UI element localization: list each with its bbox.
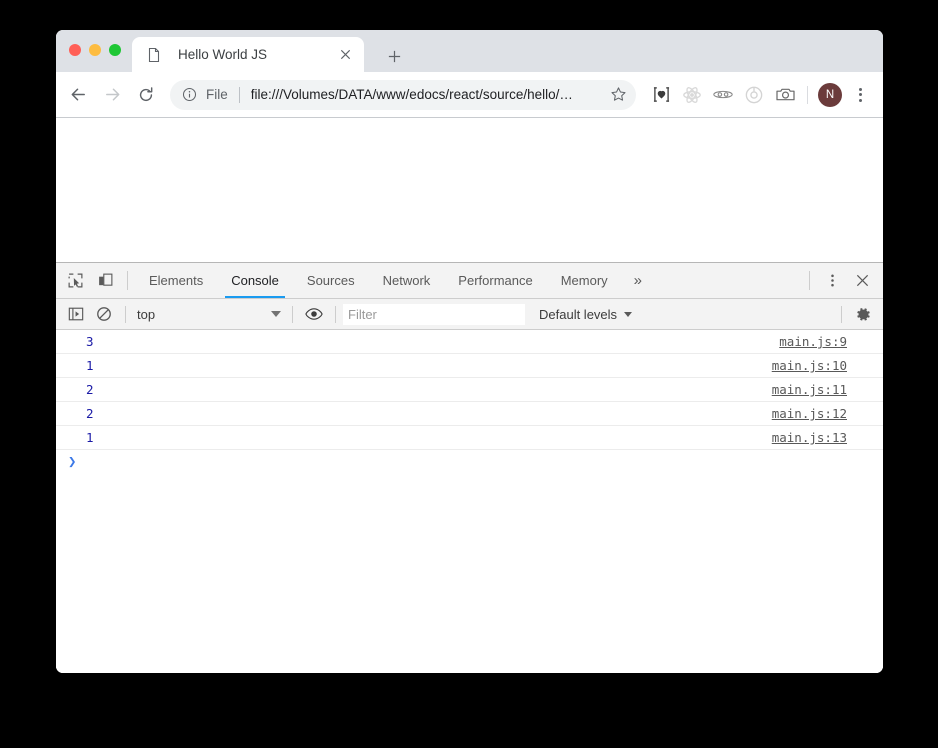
- log-source-link[interactable]: main.js:12: [772, 406, 847, 421]
- new-tab-button[interactable]: [380, 42, 408, 70]
- star-outline-icon[interactable]: [606, 83, 630, 107]
- device-toolbar-icon[interactable]: [90, 263, 120, 298]
- tab-elements[interactable]: Elements: [135, 263, 217, 298]
- filter-input[interactable]: [343, 303, 525, 325]
- clear-console-icon[interactable]: [90, 302, 118, 326]
- console-context-select[interactable]: top: [133, 307, 285, 322]
- eye-icon[interactable]: [300, 302, 328, 326]
- log-value: 2: [86, 406, 94, 421]
- target-circle-icon[interactable]: [740, 81, 768, 109]
- devtools-divider-right: [809, 271, 810, 290]
- forward-arrow-icon: [96, 79, 128, 111]
- tab-overflow-chevron-icon[interactable]: »: [622, 263, 654, 298]
- browser-tab[interactable]: Hello World JS: [132, 37, 364, 72]
- devtools-panel: Elements Console Sources Network Perform…: [56, 262, 883, 673]
- goggles-icon[interactable]: [709, 81, 737, 109]
- devtools-tab-bar: Elements Console Sources Network Perform…: [56, 263, 883, 299]
- log-source-link[interactable]: main.js:9: [779, 334, 847, 349]
- log-value: 1: [86, 430, 94, 445]
- console-prompt[interactable]: ❯: [56, 450, 883, 474]
- inspect-element-icon[interactable]: [60, 263, 90, 298]
- devtools-more-options-button[interactable]: [817, 263, 847, 298]
- camera-icon[interactable]: [771, 81, 799, 109]
- back-arrow-icon[interactable]: [62, 79, 94, 111]
- prompt-caret-icon: ❯: [68, 454, 77, 470]
- console-log-row[interactable]: 3 main.js:9: [56, 330, 883, 354]
- avatar[interactable]: N: [818, 82, 842, 107]
- browser-window: Hello World JS File file:///Volumes/DATA…: [56, 30, 883, 673]
- log-value: 3: [86, 334, 94, 349]
- console-log-row[interactable]: 2 main.js:12: [56, 402, 883, 426]
- console-toolbar-divider-1: [125, 305, 126, 323]
- console-levels-select[interactable]: Default levels: [539, 306, 633, 322]
- log-source-link[interactable]: main.js:11: [772, 382, 847, 397]
- tab-console[interactable]: Console: [217, 263, 293, 298]
- log-source-link[interactable]: main.js:10: [772, 358, 847, 373]
- console-log-row[interactable]: 2 main.js:11: [56, 378, 883, 402]
- tab-strip: Hello World JS: [56, 30, 883, 72]
- info-circle-icon[interactable]: [182, 87, 198, 103]
- console-toolbar: top Default levels: [56, 299, 883, 330]
- console-log-list[interactable]: 3 main.js:9 1 main.js:10 2 main.js:11 2 …: [56, 330, 883, 673]
- console-toolbar-divider-4: [841, 305, 842, 323]
- url-text: file:///Volumes/DATA/www/edocs/react/sou…: [250, 87, 573, 102]
- omnibar: File file:///Volumes/DATA/www/edocs/reac…: [56, 72, 883, 118]
- chevron-down-icon: [624, 311, 633, 317]
- tab-close-icon[interactable]: [336, 46, 354, 64]
- tab-network[interactable]: Network: [369, 263, 445, 298]
- omnibar-divider: [807, 85, 808, 104]
- tab-sources[interactable]: Sources: [293, 263, 369, 298]
- page-viewport: [56, 118, 883, 262]
- reload-icon[interactable]: [130, 79, 162, 111]
- chevron-down-icon: [271, 311, 281, 317]
- url-scheme-label: File: [206, 87, 228, 102]
- console-toolbar-divider-2: [292, 305, 293, 323]
- url-bar[interactable]: File file:///Volumes/DATA/www/edocs/reac…: [170, 79, 636, 110]
- console-levels-label: Default levels: [539, 306, 618, 322]
- log-value: 1: [86, 358, 94, 373]
- browser-menu-button[interactable]: [847, 82, 873, 108]
- page-icon: [146, 47, 162, 63]
- tab-title: Hello World JS: [178, 47, 268, 62]
- tab-performance[interactable]: Performance: [444, 263, 546, 298]
- gear-icon[interactable]: [849, 302, 877, 326]
- heart-brackets-icon[interactable]: [647, 81, 675, 109]
- console-toolbar-divider-3: [335, 305, 336, 323]
- console-log-row[interactable]: 1 main.js:13: [56, 426, 883, 450]
- traffic-lights: [69, 44, 121, 56]
- tab-bar-pad: [877, 263, 883, 298]
- console-context-label: top: [137, 306, 156, 322]
- log-source-link[interactable]: main.js:13: [772, 430, 847, 445]
- console-sidebar-icon[interactable]: [62, 302, 90, 326]
- log-value: 2: [86, 382, 94, 397]
- tab-memory[interactable]: Memory: [547, 263, 622, 298]
- window-minimize-button[interactable]: [89, 44, 101, 56]
- url-divider: [238, 86, 240, 103]
- tab-bar-spacer: [654, 263, 802, 298]
- console-log-row[interactable]: 1 main.js:10: [56, 354, 883, 378]
- window-maximize-button[interactable]: [109, 44, 121, 56]
- devtools-divider: [127, 271, 128, 290]
- window-close-button[interactable]: [69, 44, 81, 56]
- devtools-close-button[interactable]: [847, 263, 877, 298]
- react-devtools-icon[interactable]: [678, 81, 706, 109]
